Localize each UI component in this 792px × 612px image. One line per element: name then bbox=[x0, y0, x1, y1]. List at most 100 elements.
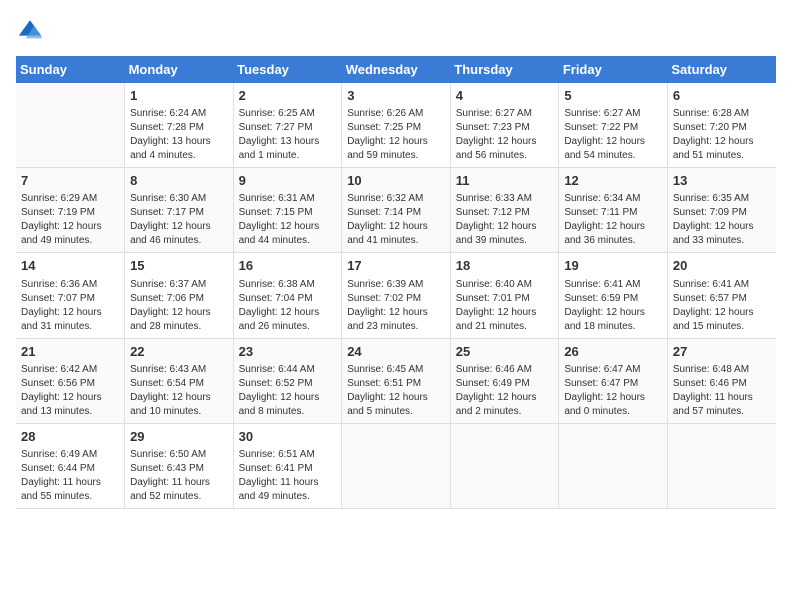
day-number: 12 bbox=[564, 172, 662, 190]
calendar-cell: 28Sunrise: 6:49 AM Sunset: 6:44 PM Dayli… bbox=[16, 423, 125, 508]
day-number: 2 bbox=[239, 87, 337, 105]
calendar-cell bbox=[342, 423, 451, 508]
logo bbox=[16, 16, 46, 44]
calendar-cell: 10 Sunrise: 6:32 AM Sunset: 7:14 PM Dayli… bbox=[342, 168, 451, 253]
day-info: Sunrise: 6:41 AM Sunset: 6:57 PM Dayligh… bbox=[673, 278, 771, 334]
day-info: Sunrise: 6:44 AM Sunset: 6:52 PM Dayligh… bbox=[239, 363, 337, 419]
calendar-cell: 30 Sunrise: 6:51 AM Sunset: 6:41 PM Dayli… bbox=[233, 423, 342, 508]
weekday-wednesday: Wednesday bbox=[342, 56, 451, 83]
day-info: Sunrise: 6:36 AM Sunset: 7:07 PM Dayligh… bbox=[21, 278, 119, 334]
day-info: Sunrise: 6:45 AM Sunset: 6:51 PM Dayligh… bbox=[347, 363, 445, 419]
calendar-cell bbox=[16, 83, 125, 168]
day-number: 14 bbox=[21, 257, 119, 275]
calendar-cell: 3 Sunrise: 6:26 AM Sunset: 7:25 PM Daylig… bbox=[342, 83, 451, 168]
day-info: Sunrise: 6:29 AM Sunset: 7:19 PM Dayligh… bbox=[21, 192, 119, 248]
weekday-row: SundayMondayTuesdayWednesdayThursdayFrid… bbox=[16, 56, 776, 83]
weekday-thursday: Thursday bbox=[450, 56, 559, 83]
day-number: 25 bbox=[456, 343, 554, 361]
calendar-cell: 6 Sunrise: 6:28 AM Sunset: 7:20 PM Daylig… bbox=[667, 83, 776, 168]
day-info: Sunrise: 6:27 AM Sunset: 7:22 PM Dayligh… bbox=[564, 107, 662, 163]
day-number: 9 bbox=[239, 172, 337, 190]
calendar-cell: 29 Sunrise: 6:50 AM Sunset: 6:43 PM Dayli… bbox=[125, 423, 234, 508]
calendar-cell: 13Sunrise: 6:35 AM Sunset: 7:09 PM Dayli… bbox=[667, 168, 776, 253]
calendar-table: SundayMondayTuesdayWednesdayThursdayFrid… bbox=[16, 56, 776, 509]
calendar-cell: 12Sunrise: 6:34 AM Sunset: 7:11 PM Dayli… bbox=[559, 168, 668, 253]
day-info: Sunrise: 6:26 AM Sunset: 7:25 PM Dayligh… bbox=[347, 107, 445, 163]
calendar-cell: 15 Sunrise: 6:37 AM Sunset: 7:06 PM Dayli… bbox=[125, 253, 234, 338]
day-info: Sunrise: 6:33 AM Sunset: 7:12 PM Dayligh… bbox=[456, 192, 554, 248]
calendar-week-row: 7 Sunrise: 6:29 AM Sunset: 7:19 PM Daylig… bbox=[16, 168, 776, 253]
calendar-cell: 17Sunrise: 6:39 AM Sunset: 7:02 PM Dayli… bbox=[342, 253, 451, 338]
calendar-cell: 5 Sunrise: 6:27 AM Sunset: 7:22 PM Daylig… bbox=[559, 83, 668, 168]
day-info: Sunrise: 6:48 AM Sunset: 6:46 PM Dayligh… bbox=[673, 363, 771, 419]
calendar-cell bbox=[559, 423, 668, 508]
day-info: Sunrise: 6:40 AM Sunset: 7:01 PM Dayligh… bbox=[456, 278, 554, 334]
calendar-cell: 27Sunrise: 6:48 AM Sunset: 6:46 PM Dayli… bbox=[667, 338, 776, 423]
day-number: 1 bbox=[130, 87, 228, 105]
calendar-body: 1 Sunrise: 6:24 AM Sunset: 7:28 PM Daylig… bbox=[16, 83, 776, 508]
calendar-week-row: 1 Sunrise: 6:24 AM Sunset: 7:28 PM Daylig… bbox=[16, 83, 776, 168]
calendar-cell: 18 Sunrise: 6:40 AM Sunset: 7:01 PM Dayli… bbox=[450, 253, 559, 338]
day-number: 19 bbox=[564, 257, 662, 275]
weekday-friday: Friday bbox=[559, 56, 668, 83]
day-info: Sunrise: 6:30 AM Sunset: 7:17 PM Dayligh… bbox=[130, 192, 228, 248]
day-number: 6 bbox=[673, 87, 771, 105]
calendar-week-row: 14 Sunrise: 6:36 AM Sunset: 7:07 PM Dayli… bbox=[16, 253, 776, 338]
calendar-cell: 11 Sunrise: 6:33 AM Sunset: 7:12 PM Dayli… bbox=[450, 168, 559, 253]
day-number: 4 bbox=[456, 87, 554, 105]
calendar-cell: 14 Sunrise: 6:36 AM Sunset: 7:07 PM Dayli… bbox=[16, 253, 125, 338]
day-number: 3 bbox=[347, 87, 445, 105]
day-number: 30 bbox=[239, 428, 337, 446]
weekday-saturday: Saturday bbox=[667, 56, 776, 83]
calendar-cell: 1 Sunrise: 6:24 AM Sunset: 7:28 PM Daylig… bbox=[125, 83, 234, 168]
day-info: Sunrise: 6:24 AM Sunset: 7:28 PM Dayligh… bbox=[130, 107, 228, 163]
day-number: 18 bbox=[456, 257, 554, 275]
day-info: Sunrise: 6:32 AM Sunset: 7:14 PM Dayligh… bbox=[347, 192, 445, 248]
calendar-cell: 26 Sunrise: 6:47 AM Sunset: 6:47 PM Dayli… bbox=[559, 338, 668, 423]
calendar-cell: 23 Sunrise: 6:44 AM Sunset: 6:52 PM Dayli… bbox=[233, 338, 342, 423]
day-info: Sunrise: 6:31 AM Sunset: 7:15 PM Dayligh… bbox=[239, 192, 337, 248]
day-info: Sunrise: 6:51 AM Sunset: 6:41 PM Dayligh… bbox=[239, 448, 337, 504]
weekday-sunday: Sunday bbox=[16, 56, 125, 83]
calendar-cell: 21Sunrise: 6:42 AM Sunset: 6:56 PM Dayli… bbox=[16, 338, 125, 423]
weekday-tuesday: Tuesday bbox=[233, 56, 342, 83]
day-number: 20 bbox=[673, 257, 771, 275]
weekday-monday: Monday bbox=[125, 56, 234, 83]
day-info: Sunrise: 6:28 AM Sunset: 7:20 PM Dayligh… bbox=[673, 107, 771, 163]
day-info: Sunrise: 6:37 AM Sunset: 7:06 PM Dayligh… bbox=[130, 278, 228, 334]
day-info: Sunrise: 6:47 AM Sunset: 6:47 PM Dayligh… bbox=[564, 363, 662, 419]
calendar-cell: 19 Sunrise: 6:41 AM Sunset: 6:59 PM Dayli… bbox=[559, 253, 668, 338]
calendar-cell: 9 Sunrise: 6:31 AM Sunset: 7:15 PM Daylig… bbox=[233, 168, 342, 253]
day-number: 8 bbox=[130, 172, 228, 190]
day-number: 10 bbox=[347, 172, 445, 190]
day-info: Sunrise: 6:41 AM Sunset: 6:59 PM Dayligh… bbox=[564, 278, 662, 334]
day-number: 11 bbox=[456, 172, 554, 190]
day-number: 21 bbox=[21, 343, 119, 361]
calendar-cell: 16Sunrise: 6:38 AM Sunset: 7:04 PM Dayli… bbox=[233, 253, 342, 338]
day-info: Sunrise: 6:49 AM Sunset: 6:44 PM Dayligh… bbox=[21, 448, 119, 504]
calendar-week-row: 21Sunrise: 6:42 AM Sunset: 6:56 PM Dayli… bbox=[16, 338, 776, 423]
day-info: Sunrise: 6:43 AM Sunset: 6:54 PM Dayligh… bbox=[130, 363, 228, 419]
day-number: 15 bbox=[130, 257, 228, 275]
day-number: 23 bbox=[239, 343, 337, 361]
calendar-cell: 7 Sunrise: 6:29 AM Sunset: 7:19 PM Daylig… bbox=[16, 168, 125, 253]
calendar-cell: 20 Sunrise: 6:41 AM Sunset: 6:57 PM Dayli… bbox=[667, 253, 776, 338]
day-info: Sunrise: 6:27 AM Sunset: 7:23 PM Dayligh… bbox=[456, 107, 554, 163]
calendar-cell: 8 Sunrise: 6:30 AM Sunset: 7:17 PM Daylig… bbox=[125, 168, 234, 253]
calendar-header: SundayMondayTuesdayWednesdayThursdayFrid… bbox=[16, 56, 776, 83]
day-number: 16 bbox=[239, 257, 337, 275]
calendar-cell bbox=[450, 423, 559, 508]
day-number: 5 bbox=[564, 87, 662, 105]
calendar-cell: 24Sunrise: 6:45 AM Sunset: 6:51 PM Dayli… bbox=[342, 338, 451, 423]
calendar-week-row: 28Sunrise: 6:49 AM Sunset: 6:44 PM Dayli… bbox=[16, 423, 776, 508]
calendar-cell: 4 Sunrise: 6:27 AM Sunset: 7:23 PM Daylig… bbox=[450, 83, 559, 168]
day-number: 26 bbox=[564, 343, 662, 361]
day-info: Sunrise: 6:39 AM Sunset: 7:02 PM Dayligh… bbox=[347, 278, 445, 334]
day-info: Sunrise: 6:50 AM Sunset: 6:43 PM Dayligh… bbox=[130, 448, 228, 504]
day-number: 22 bbox=[130, 343, 228, 361]
day-info: Sunrise: 6:25 AM Sunset: 7:27 PM Dayligh… bbox=[239, 107, 337, 163]
day-number: 7 bbox=[21, 172, 119, 190]
page-header bbox=[16, 16, 776, 44]
calendar-cell: 25Sunrise: 6:46 AM Sunset: 6:49 PM Dayli… bbox=[450, 338, 559, 423]
day-number: 29 bbox=[130, 428, 228, 446]
